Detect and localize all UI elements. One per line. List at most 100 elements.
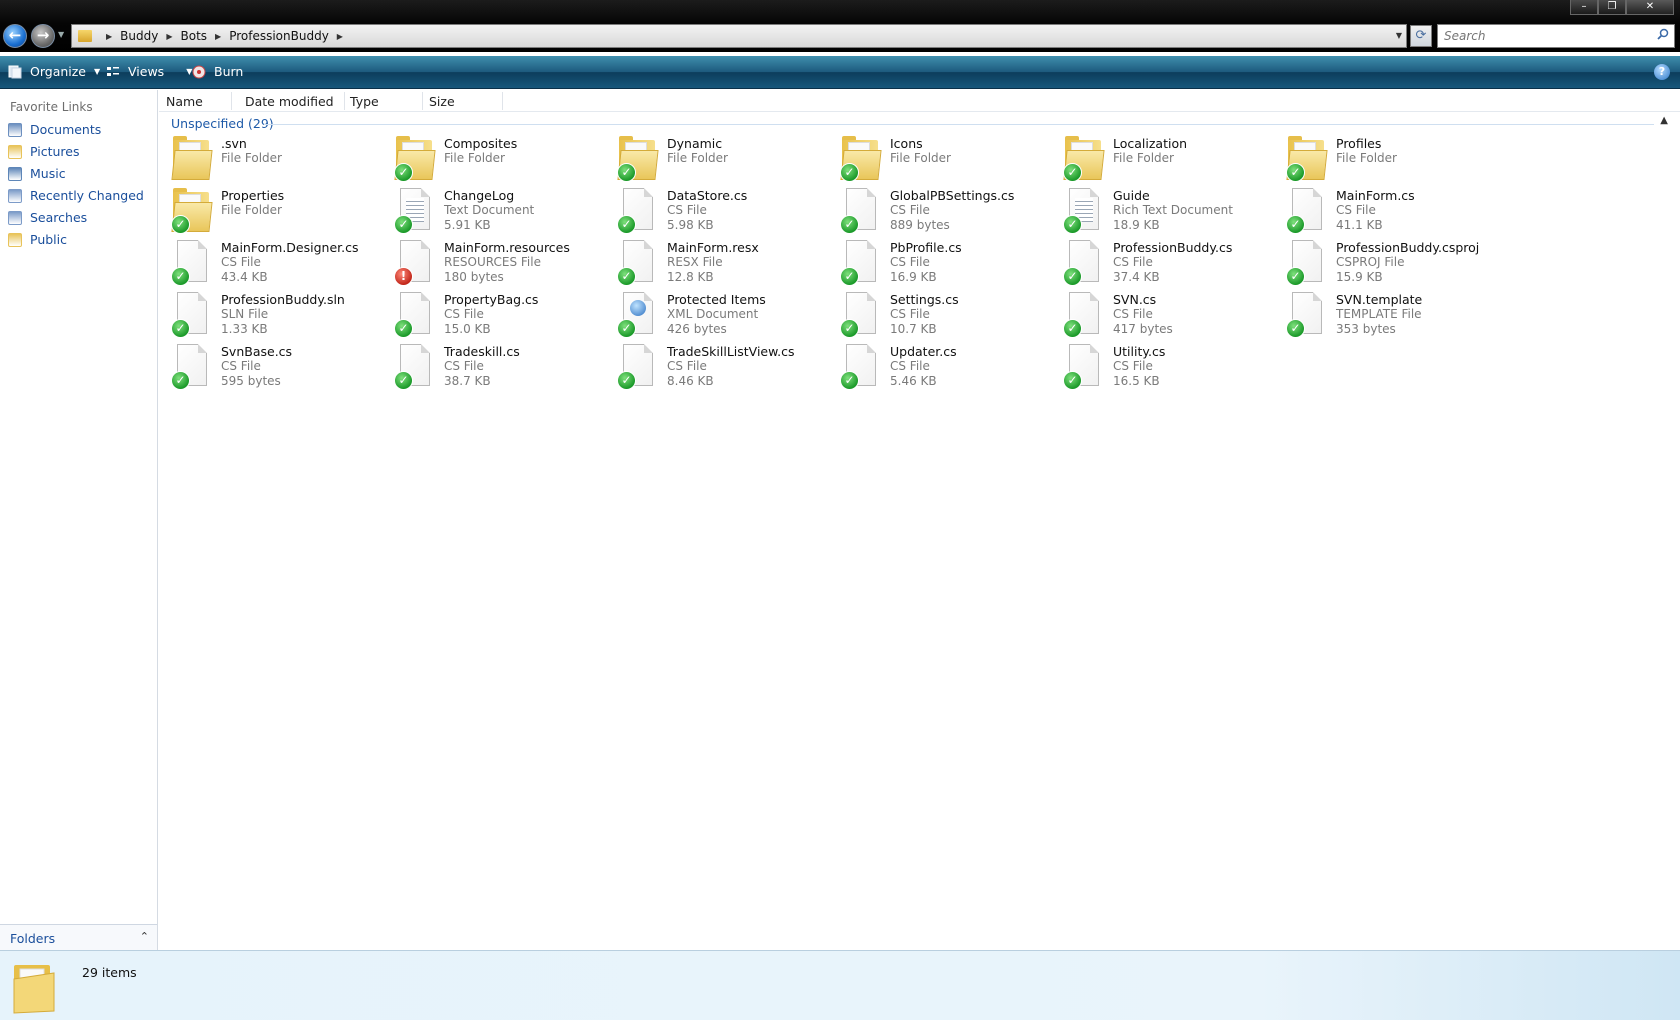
- file-item[interactable]: ✓ Updater.cs CS File 5.46 KB: [834, 342, 1054, 394]
- sidebar-item-pictures[interactable]: Pictures: [8, 144, 80, 159]
- breadcrumb-separator-icon[interactable]: ▶: [166, 32, 172, 41]
- burn-disc-icon: [192, 65, 206, 78]
- item-type: CS File: [1113, 307, 1153, 321]
- item-type: File Folder: [1113, 151, 1174, 165]
- file-item[interactable]: ✓ MainForm.cs CS File 41.1 KB: [1280, 186, 1500, 238]
- public-folder-icon: [8, 232, 22, 247]
- column-divider[interactable]: [502, 92, 503, 110]
- folder-item[interactable]: ✓ Composites File Folder: [388, 134, 608, 186]
- group-header[interactable]: Unspecified (29): [171, 116, 274, 131]
- address-bar[interactable]: ▶ Buddy ▶ Bots ▶ ProfessionBuddy ▶ ▼: [71, 24, 1407, 48]
- folder-item[interactable]: ✓ Profiles File Folder: [1280, 134, 1500, 186]
- folder-item[interactable]: .svn File Folder: [165, 134, 385, 186]
- address-history-dropdown-icon[interactable]: ▼: [1396, 31, 1402, 40]
- column-header-size[interactable]: Size: [429, 94, 455, 109]
- file-item[interactable]: ✓ MainForm.Designer.cs CS File 43.4 KB: [165, 238, 385, 290]
- folder-item[interactable]: ✓ Dynamic File Folder: [611, 134, 831, 186]
- group-divider: [264, 124, 1654, 125]
- sidebar-item-recently-changed[interactable]: Recently Changed: [8, 188, 144, 203]
- item-name: Profiles: [1336, 136, 1382, 151]
- folder-icon: ✓: [1063, 134, 1105, 182]
- file-item[interactable]: ✓ PbProfile.cs CS File 16.9 KB: [834, 238, 1054, 290]
- burn-button[interactable]: Burn: [192, 64, 243, 79]
- sidebar-item-documents[interactable]: Documents: [8, 122, 101, 137]
- sidebar-item-public[interactable]: Public: [8, 232, 67, 247]
- folder-item[interactable]: ✓ Icons File Folder: [834, 134, 1054, 186]
- file-icon: ✓: [617, 342, 657, 390]
- item-name: Dynamic: [667, 136, 723, 151]
- item-size: 38.7 KB: [444, 374, 491, 388]
- breadcrumb-professionbuddy[interactable]: ProfessionBuddy: [229, 29, 329, 43]
- file-item[interactable]: ✓ PropertyBag.cs CS File 15.0 KB: [388, 290, 608, 342]
- search-box[interactable]: [1437, 24, 1675, 48]
- help-icon[interactable]: ?: [1654, 64, 1670, 80]
- column-divider[interactable]: [344, 92, 345, 110]
- folder-item[interactable]: ✓ Localization File Folder: [1057, 134, 1277, 186]
- recent-pages-dropdown-icon[interactable]: ▼: [58, 30, 64, 39]
- file-icon: ✓: [1063, 238, 1103, 286]
- svn-normal-check-icon: ✓: [171, 319, 190, 338]
- file-item[interactable]: ✓ ProfessionBuddy.csproj CSPROJ File 15.9 K…: [1280, 238, 1500, 290]
- back-button[interactable]: ←: [3, 24, 27, 48]
- file-item[interactable]: ✓ Utility.cs CS File 16.5 KB: [1057, 342, 1277, 394]
- file-icon: ✓: [840, 186, 880, 234]
- collapse-group-icon[interactable]: ▲: [1660, 115, 1668, 126]
- svn-conflict-icon: !: [394, 267, 413, 286]
- column-header-date-modified[interactable]: Date modified: [245, 94, 334, 109]
- column-divider[interactable]: [422, 92, 423, 110]
- search-icon[interactable]: [1657, 28, 1669, 40]
- sidebar-item-searches[interactable]: Searches: [8, 210, 87, 225]
- folder-item[interactable]: ✓ Properties File Folder: [165, 186, 385, 238]
- breadcrumb-separator-icon[interactable]: ▶: [215, 32, 221, 41]
- maximize-button[interactable]: ❐: [1598, 0, 1626, 15]
- organize-dropdown-icon: ▼: [94, 67, 101, 76]
- recent-icon: [8, 188, 22, 203]
- file-icon: ✓: [840, 290, 880, 338]
- file-item[interactable]: ✓ Settings.cs CS File 10.7 KB: [834, 290, 1054, 342]
- breadcrumb-separator-icon[interactable]: ▶: [106, 32, 112, 41]
- favorite-links-header: Favorite Links: [10, 100, 93, 114]
- file-icon: ✓: [1286, 186, 1326, 234]
- folders-toggle[interactable]: Folders ⌃: [0, 924, 157, 950]
- file-item[interactable]: ✓ Protected Items XML Document 426 bytes: [611, 290, 831, 342]
- item-size: 12.8 KB: [667, 270, 714, 284]
- file-item[interactable]: ✓ Guide Rich Text Document 18.9 KB: [1057, 186, 1277, 238]
- sidebar-item-label: Searches: [30, 210, 88, 225]
- folder-icon: ✓: [394, 134, 436, 182]
- close-button[interactable]: ✕: [1626, 0, 1674, 15]
- item-size: 180 bytes: [444, 270, 504, 284]
- file-item[interactable]: ✓ ProfessionBuddy.cs CS File 37.4 KB: [1057, 238, 1277, 290]
- svn-normal-check-icon: ✓: [840, 267, 859, 286]
- item-type: CSPROJ File: [1336, 255, 1405, 269]
- item-type: CS File: [890, 203, 930, 217]
- file-item[interactable]: ✓ ProfessionBuddy.sln SLN File 1.33 KB: [165, 290, 385, 342]
- file-item[interactable]: ✓ ChangeLog Text Document 5.91 KB: [388, 186, 608, 238]
- file-item[interactable]: ✓ TradeSkillListView.cs CS File 8.46 KB: [611, 342, 831, 394]
- file-item[interactable]: ✓ MainForm.resx RESX File 12.8 KB: [611, 238, 831, 290]
- views-button[interactable]: Views ▼: [106, 64, 192, 79]
- file-item[interactable]: ✓ SVN.template TEMPLATE File 353 bytes: [1280, 290, 1500, 342]
- forward-button[interactable]: →: [31, 24, 55, 48]
- file-item[interactable]: ✓ Tradeskill.cs CS File 38.7 KB: [388, 342, 608, 394]
- column-header-type[interactable]: Type: [350, 94, 379, 109]
- breadcrumb-buddy[interactable]: Buddy: [120, 29, 158, 43]
- refresh-button[interactable]: ⟳: [1410, 25, 1432, 47]
- file-item[interactable]: ✓ SVN.cs CS File 417 bytes: [1057, 290, 1277, 342]
- search-input[interactable]: [1438, 25, 1638, 47]
- file-item[interactable]: ! MainForm.resources RESOURCES File 180 byt…: [388, 238, 608, 290]
- folder-icon: ✓: [617, 134, 659, 182]
- organize-button[interactable]: Organize ▼: [8, 64, 100, 79]
- organize-icon: [8, 65, 22, 78]
- breadcrumb-separator-icon[interactable]: ▶: [337, 32, 343, 41]
- svn-normal-check-icon: ✓: [617, 163, 636, 182]
- column-header-name[interactable]: Name: [166, 94, 203, 109]
- file-item[interactable]: ✓ SvnBase.cs CS File 595 bytes: [165, 342, 385, 394]
- sidebar-item-music[interactable]: Music: [8, 166, 66, 181]
- folder-icon: ✓: [1286, 134, 1328, 182]
- file-item[interactable]: ✓ GlobalPBSettings.cs CS File 889 bytes: [834, 186, 1054, 238]
- column-divider[interactable]: [231, 92, 232, 110]
- file-item[interactable]: ✓ DataStore.cs CS File 5.98 KB: [611, 186, 831, 238]
- minimize-button[interactable]: –: [1570, 0, 1598, 15]
- breadcrumb-bots[interactable]: Bots: [181, 29, 208, 43]
- folder-icon: ✓: [171, 186, 213, 234]
